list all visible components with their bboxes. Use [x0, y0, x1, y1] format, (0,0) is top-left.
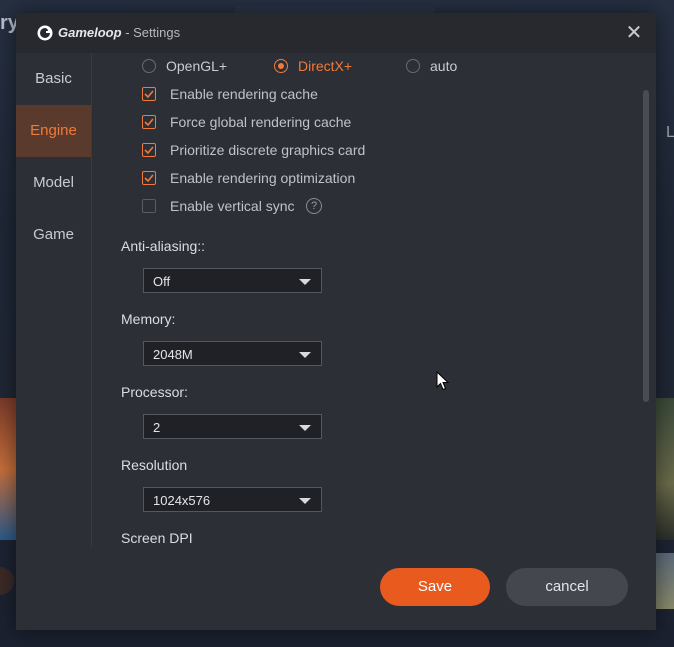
memory-select[interactable]: 2048M [143, 341, 322, 366]
mouse-pointer-icon [436, 371, 450, 391]
help-icon[interactable]: ? [306, 198, 322, 214]
sidebar-item-basic[interactable]: Basic [16, 53, 91, 105]
cancel-button[interactable]: cancel [506, 568, 628, 606]
processor-value: 2 [153, 420, 161, 435]
background-text-right: L [666, 124, 674, 141]
engine-settings-panel: OpenGL+ DirectX+ auto Enable rendering c… [92, 53, 656, 547]
anti-aliasing-label: Anti-aliasing:: [121, 238, 206, 254]
screen-dpi-label: Screen DPI [121, 530, 193, 546]
checkbox-label: Enable vertical sync [170, 198, 295, 214]
save-button[interactable]: Save [380, 568, 490, 606]
checkbox-label: Prioritize discrete graphics card [170, 142, 366, 158]
gameloop-logo-icon [37, 25, 53, 41]
memory-label: Memory: [121, 311, 176, 327]
close-button[interactable]: ✕ [624, 23, 644, 43]
processor-label: Processor: [121, 384, 188, 400]
app-name: Gameloop [58, 25, 122, 40]
close-icon: ✕ [625, 22, 643, 44]
window-title: Gameloop - Settings [58, 25, 180, 40]
radio-directx-indicator [274, 59, 288, 73]
background-game-thumbnail-left [0, 398, 16, 540]
chevron-down-icon [299, 279, 311, 285]
scrollbar-thumb[interactable] [643, 90, 649, 402]
checkmark-icon [144, 118, 154, 127]
anti-aliasing-value: Off [153, 274, 171, 289]
checkbox-box [142, 115, 156, 129]
radio-opengl-label: OpenGL+ [166, 58, 228, 74]
processor-select[interactable]: 2 [143, 414, 322, 439]
background-game-thumbnail-right [656, 398, 674, 540]
settings-dialog: Gameloop - Settings ✕ Basic Engine Model… [16, 13, 656, 630]
resolution-value: 1024x576 [153, 493, 211, 508]
radio-opengl-indicator [142, 59, 156, 73]
checkbox-label: Enable rendering cache [170, 86, 318, 102]
title-bar: Gameloop - Settings ✕ [16, 13, 656, 53]
checkbox-box [142, 199, 156, 213]
checkbox-box [142, 143, 156, 157]
chevron-down-icon [299, 425, 311, 431]
sidebar-item-model[interactable]: Model [16, 157, 91, 209]
checkmark-icon [144, 146, 154, 155]
settings-sidebar: Basic Engine Model Game [16, 53, 92, 547]
dialog-footer: Save cancel [16, 547, 656, 630]
radio-directx-label: DirectX+ [298, 58, 353, 74]
checkbox-box [142, 171, 156, 185]
resolution-label: Resolution [121, 457, 188, 473]
background-game-thumbnail-right-lower [656, 553, 674, 609]
checkmark-icon [144, 90, 154, 99]
radio-auto-indicator [406, 59, 420, 73]
sidebar-item-game[interactable]: Game [16, 209, 91, 261]
checkbox-label: Force global rendering cache [170, 114, 352, 130]
memory-value: 2048M [153, 347, 193, 362]
checkbox-label: Enable rendering optimization [170, 170, 356, 186]
chevron-down-icon [299, 352, 311, 358]
checkmark-icon [144, 174, 154, 183]
checkbox-box [142, 87, 156, 101]
resolution-select[interactable]: 1024x576 [143, 487, 322, 512]
sidebar-item-engine[interactable]: Engine [16, 105, 91, 157]
radio-auto-label: auto [430, 58, 458, 74]
anti-aliasing-select[interactable]: Off [143, 268, 322, 293]
chevron-down-icon [299, 498, 311, 504]
title-suffix: - Settings [121, 25, 181, 40]
